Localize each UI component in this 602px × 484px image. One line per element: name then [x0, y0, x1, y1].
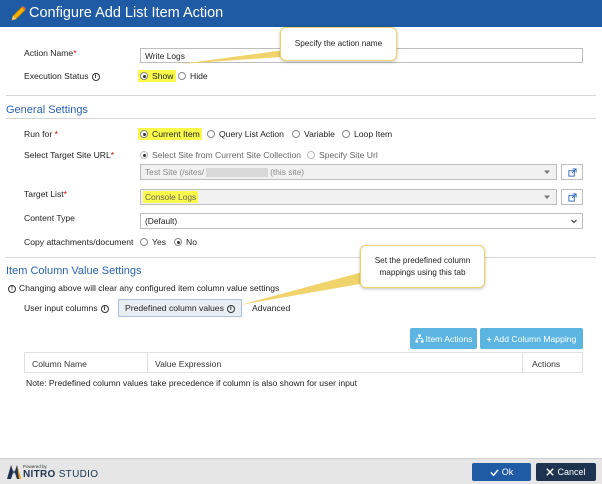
- radio-yes[interactable]: Yes: [140, 237, 166, 247]
- target-list-select[interactable]: Console Logs: [140, 189, 557, 205]
- action-name-label: Action Name*: [24, 48, 77, 58]
- ok-button[interactable]: Ok: [472, 463, 531, 481]
- radio-circle-icon: [307, 151, 315, 159]
- column-divider: [522, 353, 523, 372]
- external-link-icon: [567, 167, 577, 177]
- check-icon: [490, 468, 499, 476]
- nitro-logo-icon: [7, 465, 21, 479]
- callout-pointer: [240, 270, 370, 305]
- copy-attachments-label: Copy attachments/document: [24, 237, 134, 247]
- radio-circle-icon: [140, 151, 148, 159]
- content-type-label: Content Type: [24, 213, 75, 223]
- dialog-title: Configure Add List Item Action: [29, 5, 224, 21]
- cancel-button[interactable]: Cancel: [536, 463, 596, 481]
- callout-column-mappings: Set the predefined column mappings using…: [360, 245, 485, 288]
- radio-circle-icon: [178, 72, 186, 80]
- info-icon: i: [100, 304, 109, 313]
- radio-show[interactable]: Show: [138, 70, 176, 82]
- content-type-value: (Default): [145, 216, 178, 226]
- col-header-actions: Actions: [532, 359, 561, 369]
- radio-specify-site-url[interactable]: Specify Site Url: [307, 150, 378, 160]
- radio-circle-icon: [292, 130, 300, 138]
- redacted-block: [206, 168, 269, 178]
- dialog-titlebar: Configure Add List Item Action: [0, 0, 602, 27]
- radio-current-item[interactable]: Current Item: [138, 128, 202, 140]
- column-divider: [147, 353, 148, 372]
- radio-current-site-collection[interactable]: Select Site from Current Site Collection: [140, 150, 301, 160]
- target-list-label: Target List*: [24, 189, 68, 199]
- info-icon: i: [226, 304, 235, 313]
- warning-text: ! Changing above will clear any configure…: [8, 283, 279, 293]
- open-site-button[interactable]: [561, 164, 583, 180]
- column-mapping-table-header: Column Name Value Expression Actions: [24, 352, 583, 373]
- target-site-suffix: (this site): [270, 167, 305, 177]
- target-site-label: Select Target Site URL*: [24, 150, 115, 160]
- add-column-mapping-button[interactable]: + Add Column Mapping: [480, 328, 583, 349]
- pencil-icon: [11, 6, 26, 21]
- chevron-down-icon: [571, 219, 577, 224]
- radio-circle-icon: [342, 130, 350, 138]
- target-site-select[interactable]: Test Site (/sites/ (this site): [140, 164, 557, 180]
- radio-circle-icon: [140, 72, 148, 80]
- open-list-button[interactable]: [561, 189, 583, 205]
- tab-predefined-column-values[interactable]: Predefined column values i: [118, 299, 242, 317]
- content-type-select[interactable]: (Default): [140, 213, 583, 229]
- precedence-note: Note: Predefined column values take prec…: [26, 378, 358, 388]
- divider: [6, 118, 596, 119]
- chevron-down-icon: [544, 195, 550, 199]
- close-icon: [546, 468, 555, 476]
- logo-wordmark: NITRO STUDIO: [23, 469, 99, 480]
- tab-user-input-columns[interactable]: User input columns i: [24, 303, 109, 313]
- col-header-value-expression: Value Expression: [155, 359, 222, 369]
- radio-no[interactable]: No: [174, 237, 197, 247]
- radio-variable[interactable]: Variable: [292, 129, 335, 139]
- run-for-label: Run for *: [24, 129, 58, 139]
- chevron-down-icon: [544, 170, 550, 174]
- radio-circle-icon: [140, 130, 148, 138]
- target-site-value: Test Site (/sites/: [145, 167, 205, 177]
- radio-query-list-action[interactable]: Query List Action: [207, 129, 284, 139]
- radio-circle-icon: [174, 238, 182, 246]
- sitemap-icon: [415, 334, 424, 343]
- info-icon[interactable]: i: [91, 72, 100, 81]
- radio-circle-icon: [207, 130, 215, 138]
- radio-circle-icon: [140, 238, 148, 246]
- execution-status-label: Execution Status i: [24, 71, 100, 81]
- item-column-heading: Item Column Value Settings: [6, 265, 142, 277]
- divider: [6, 95, 596, 96]
- item-actions-button[interactable]: Item Actions: [410, 328, 477, 349]
- callout-action-name: Specify the action name: [280, 27, 397, 61]
- general-settings-heading: General Settings: [6, 104, 88, 116]
- target-list-value: Console Logs: [143, 191, 199, 203]
- radio-loop-item[interactable]: Loop Item: [342, 129, 392, 139]
- radio-hide[interactable]: Hide: [178, 71, 208, 81]
- divider: [6, 257, 596, 258]
- plus-icon: +: [486, 333, 492, 344]
- info-icon: !: [8, 284, 16, 293]
- dialog-footer: Powered by NITRO STUDIO Ok Cancel: [0, 458, 602, 484]
- col-header-column-name: Column Name: [32, 359, 87, 369]
- external-link-icon: [567, 192, 577, 202]
